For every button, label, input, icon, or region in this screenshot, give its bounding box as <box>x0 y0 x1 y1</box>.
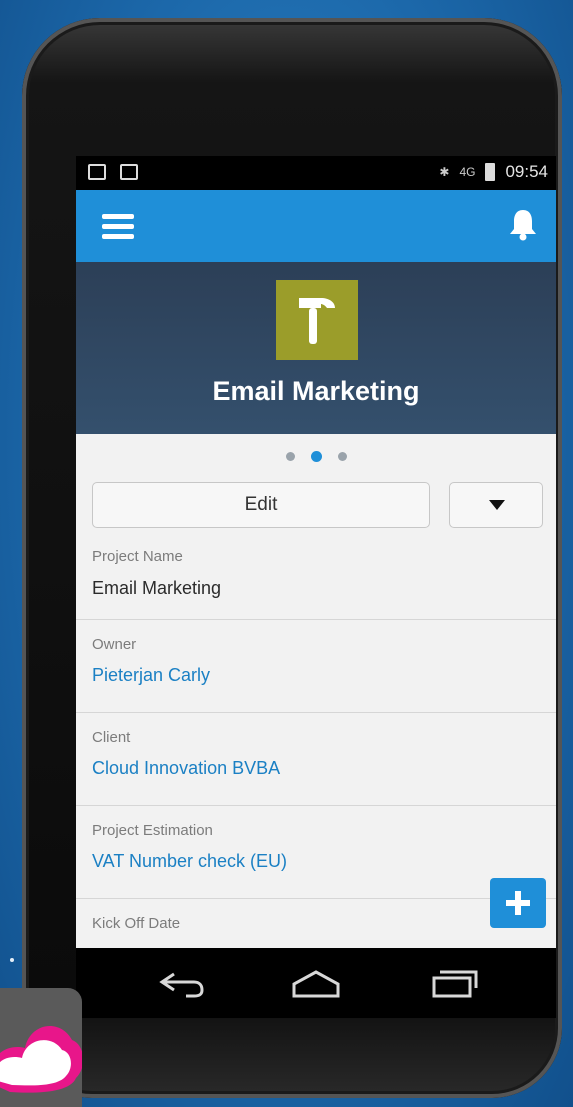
app-header <box>76 190 556 262</box>
owner-link[interactable]: Pieterjan Carly <box>92 665 210 686</box>
field-label: Kick Off Date <box>92 915 181 932</box>
record-header: Email Marketing <box>76 262 556 434</box>
brand-logo <box>0 988 82 1107</box>
edit-button[interactable]: Edit <box>92 482 430 528</box>
page-dot-active[interactable] <box>310 451 322 462</box>
home-icon[interactable] <box>290 966 342 1000</box>
status-bar: ✱ 4G 09:54 <box>76 156 556 190</box>
caret-down-icon <box>489 500 505 510</box>
page-dot[interactable] <box>337 452 347 461</box>
back-icon[interactable] <box>156 966 208 1000</box>
image-notification-icon <box>88 164 106 180</box>
record-title: Email Marketing <box>212 376 420 406</box>
estimation-link[interactable]: VAT Number check (EU) <box>92 851 287 872</box>
field-client: Client Cloud Innovation BVBA <box>76 713 556 806</box>
client-link[interactable]: Cloud Innovation BVBA <box>92 758 280 779</box>
bluetooth-icon: ✱ <box>439 165 450 179</box>
bell-icon[interactable] <box>508 208 538 242</box>
field-value: Email Marketing <box>92 578 222 598</box>
phone-screen: ✱ 4G 09:54 Email Marketing Edit Project … <box>76 156 556 1018</box>
phone-frame: ✱ 4G 09:54 Email Marketing Edit Project … <box>22 18 562 1098</box>
field-project-estimation: Project Estimation VAT Number check (EU) <box>76 806 556 899</box>
field-owner: Owner Pieterjan Carly <box>76 620 556 713</box>
recents-icon[interactable] <box>428 966 480 1000</box>
add-button[interactable] <box>490 878 546 928</box>
field-label: Project Estimation <box>92 822 213 839</box>
hamburger-menu-icon[interactable] <box>102 214 134 240</box>
record-detail: Edit Project Name Email Marketing Owner … <box>76 434 556 948</box>
page-dot[interactable] <box>285 452 295 461</box>
plus-icon <box>506 891 530 915</box>
network-type-label: 4G <box>459 165 476 179</box>
system-nav-bar <box>76 948 556 1018</box>
field-label: Project Name <box>92 548 183 565</box>
mail-notification-icon <box>120 164 138 180</box>
more-actions-button[interactable] <box>449 482 543 528</box>
page-indicator[interactable] <box>76 451 556 462</box>
status-time: 09:54 <box>505 162 548 181</box>
battery-icon <box>485 163 496 181</box>
field-project-name: Project Name Email Marketing <box>76 542 556 620</box>
field-label: Client <box>92 729 131 746</box>
decorative-dot <box>10 958 14 962</box>
hammer-icon <box>276 280 358 360</box>
field-label: Owner <box>92 636 137 653</box>
